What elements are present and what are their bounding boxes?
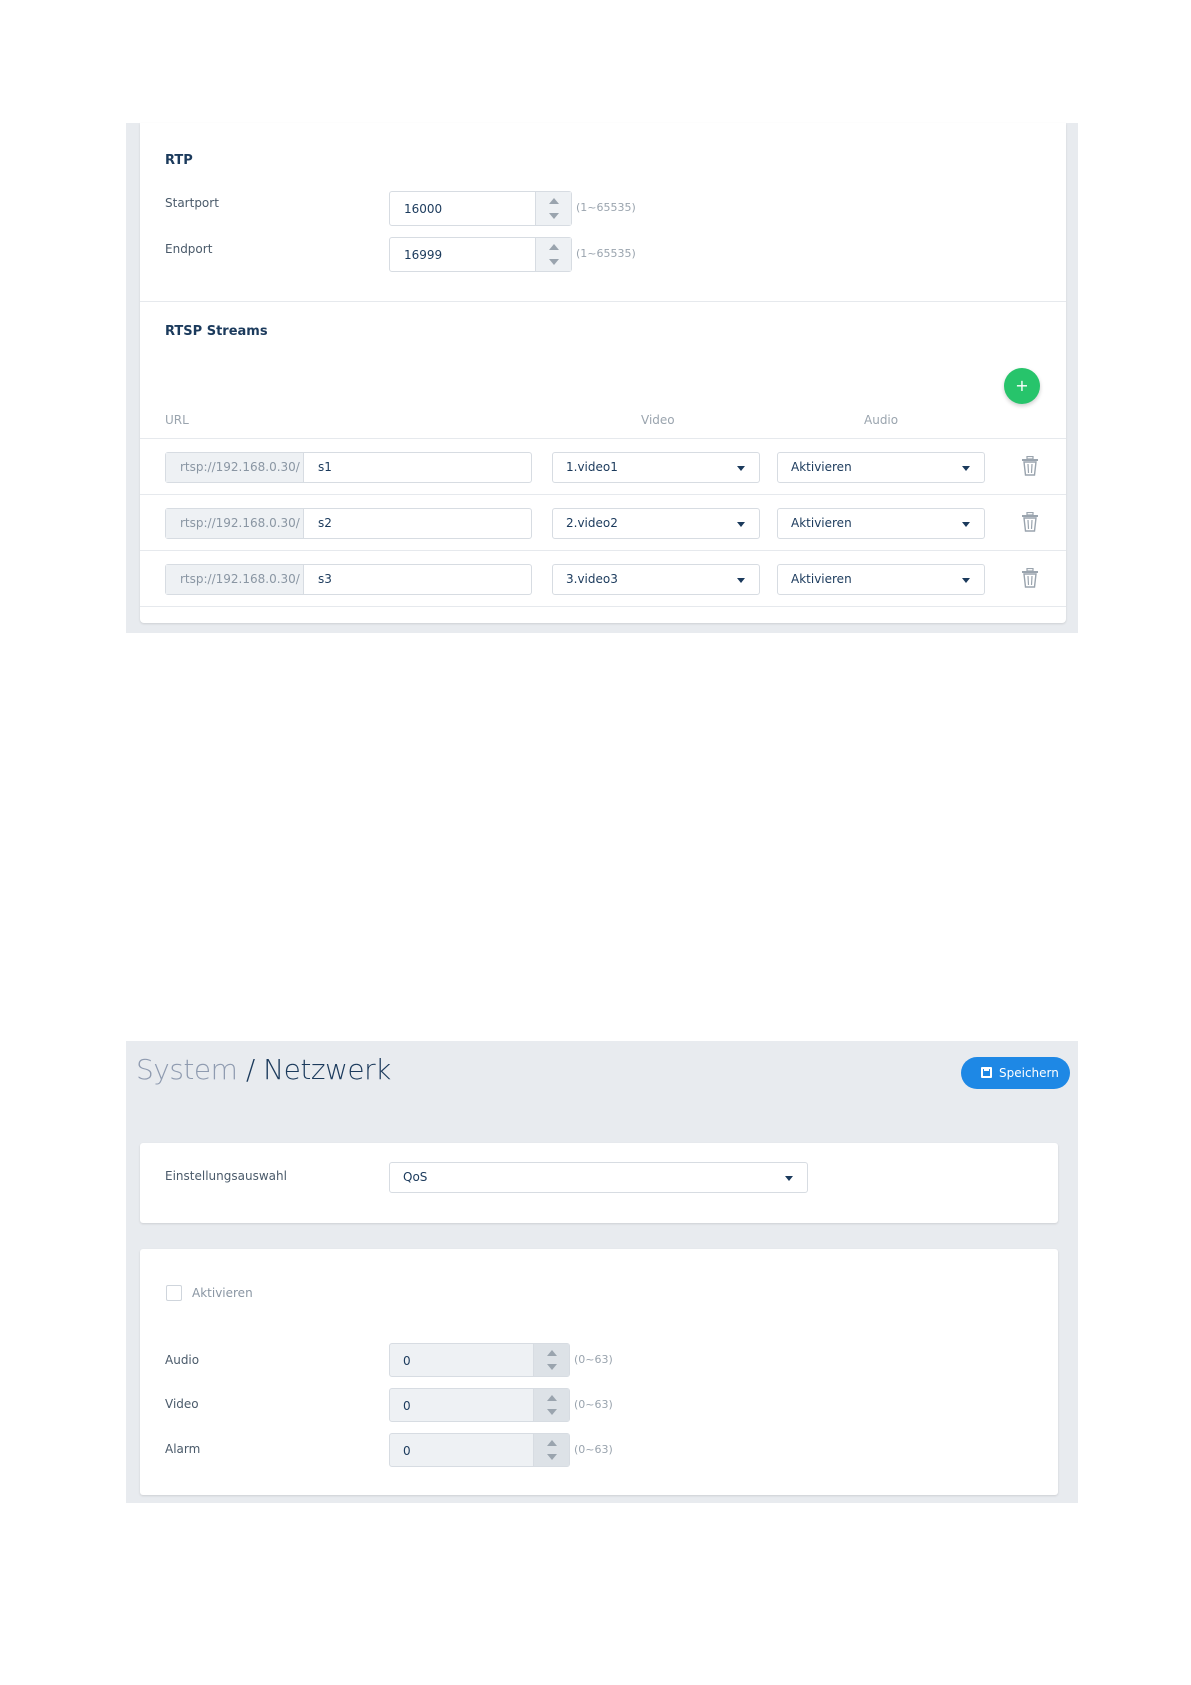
enable-label[interactable]: Aktivieren	[192, 1286, 253, 1300]
rtp-rtsp-screenshot: RTP Startport 16000 (1~65535) Endport 16…	[126, 123, 1078, 633]
chevron-down-icon	[962, 522, 970, 527]
rtp-title: RTP	[165, 153, 193, 168]
video-dscp-range: (0~63)	[574, 1398, 613, 1411]
save-button[interactable]: Speichern	[961, 1057, 1070, 1089]
chevron-down-icon	[962, 578, 970, 583]
column-audio: Audio	[864, 413, 899, 427]
chevron-down-icon	[962, 466, 970, 471]
floppy-disk-icon	[981, 1067, 992, 1078]
enable-checkbox[interactable]	[166, 1285, 182, 1301]
video-dscp-input[interactable]: 0	[389, 1388, 570, 1422]
startport-value: 16000	[404, 202, 443, 216]
url-path-input[interactable]: s3	[318, 572, 332, 586]
alarm-dscp-input[interactable]: 0	[389, 1433, 570, 1467]
alarm-dscp-value: 0	[403, 1444, 411, 1458]
url-path-input[interactable]: s1	[318, 460, 332, 474]
spin-down-icon[interactable]	[549, 213, 559, 219]
endport-label: Endport	[165, 242, 213, 256]
breadcrumb-parent[interactable]: System	[136, 1053, 238, 1086]
trash-icon[interactable]	[1021, 456, 1039, 476]
audio-select-value: Aktivieren	[791, 460, 852, 474]
column-video: Video	[641, 413, 675, 427]
spin-up-icon[interactable]	[547, 1440, 557, 1446]
alarm-dscp-range: (0~63)	[574, 1443, 613, 1456]
endport-value: 16999	[404, 248, 443, 262]
stream-url-field[interactable]: rtsp://192.168.0.30/ s2	[165, 508, 532, 539]
audio-dscp-range: (0~63)	[574, 1353, 613, 1366]
video-select-value: 3.video3	[566, 572, 618, 586]
settings-select[interactable]: QoS	[389, 1162, 808, 1193]
audio-dscp-input[interactable]: 0	[389, 1343, 570, 1377]
endport-spinner[interactable]	[535, 238, 571, 271]
audio-dscp-spinner[interactable]	[533, 1344, 569, 1376]
stream-url-field[interactable]: rtsp://192.168.0.30/ s3	[165, 564, 532, 595]
endport-input[interactable]: 16999	[389, 237, 572, 272]
spin-up-icon[interactable]	[547, 1350, 557, 1356]
video-dscp-spinner[interactable]	[533, 1389, 569, 1421]
url-prefix: rtsp://192.168.0.30/	[166, 509, 304, 538]
video-dscp-value: 0	[403, 1399, 411, 1413]
audio-dscp-value: 0	[403, 1354, 411, 1368]
breadcrumb-separator: /	[245, 1053, 255, 1086]
qos-card: Aktivieren Audio 0 (0~63) Video 0 (0~63)…	[140, 1249, 1058, 1495]
audio-select[interactable]: Aktivieren	[777, 508, 985, 539]
url-path-input[interactable]: s2	[318, 516, 332, 530]
spin-up-icon[interactable]	[547, 1395, 557, 1401]
startport-label: Startport	[165, 196, 219, 210]
audio-select[interactable]: Aktivieren	[777, 564, 985, 595]
stream-row: rtsp://192.168.0.30/ s3 3.video3 Aktivie…	[140, 551, 1066, 607]
trash-icon[interactable]	[1021, 512, 1039, 532]
spin-down-icon[interactable]	[547, 1364, 557, 1370]
stream-url-field[interactable]: rtsp://192.168.0.30/ s1	[165, 452, 532, 483]
save-button-label: Speichern	[999, 1066, 1059, 1080]
column-url: URL	[165, 413, 189, 427]
startport-range: (1~65535)	[576, 201, 636, 214]
add-stream-button[interactable]: +	[1004, 368, 1040, 404]
network-qos-screenshot: System / Netzwerk Speichern Einstellungs…	[126, 1041, 1078, 1503]
endport-range: (1~65535)	[576, 247, 636, 260]
startport-input[interactable]: 16000	[389, 191, 572, 226]
settings-select-card: Einstellungsauswahl QoS	[140, 1143, 1058, 1223]
chevron-down-icon	[785, 1176, 793, 1181]
stream-row: rtsp://192.168.0.30/ s1 1.video1 Aktivie…	[140, 439, 1066, 495]
trash-icon[interactable]	[1021, 568, 1039, 588]
settings-select-label: Einstellungsauswahl	[165, 1169, 287, 1183]
chevron-down-icon	[737, 466, 745, 471]
spin-down-icon[interactable]	[547, 1409, 557, 1415]
audio-select-value: Aktivieren	[791, 572, 852, 586]
url-prefix: rtsp://192.168.0.30/	[166, 565, 304, 594]
spin-down-icon[interactable]	[547, 1454, 557, 1460]
chevron-down-icon	[737, 522, 745, 527]
video-select-value: 2.video2	[566, 516, 618, 530]
video-select[interactable]: 3.video3	[552, 564, 760, 595]
spin-down-icon[interactable]	[549, 259, 559, 265]
audio-select-value: Aktivieren	[791, 516, 852, 530]
audio-dscp-label: Audio	[165, 1353, 200, 1367]
rtp-rtsp-card: RTP Startport 16000 (1~65535) Endport 16…	[140, 123, 1066, 623]
settings-select-value: QoS	[403, 1170, 428, 1184]
stream-row: rtsp://192.168.0.30/ s2 2.video2 Aktivie…	[140, 495, 1066, 551]
video-dscp-label: Video	[165, 1397, 199, 1411]
video-select-value: 1.video1	[566, 460, 618, 474]
video-select[interactable]: 1.video1	[552, 452, 760, 483]
spin-up-icon[interactable]	[549, 198, 559, 204]
chevron-down-icon	[737, 578, 745, 583]
alarm-dscp-spinner[interactable]	[533, 1434, 569, 1466]
startport-spinner[interactable]	[535, 192, 571, 225]
video-select[interactable]: 2.video2	[552, 508, 760, 539]
section-divider	[140, 301, 1066, 302]
rtsp-title: RTSP Streams	[165, 324, 268, 339]
page-title: Netzwerk	[263, 1053, 391, 1086]
spin-up-icon[interactable]	[549, 244, 559, 250]
audio-select[interactable]: Aktivieren	[777, 452, 985, 483]
breadcrumb: System / Netzwerk	[136, 1053, 391, 1086]
alarm-dscp-label: Alarm	[165, 1442, 201, 1456]
url-prefix: rtsp://192.168.0.30/	[166, 453, 304, 482]
